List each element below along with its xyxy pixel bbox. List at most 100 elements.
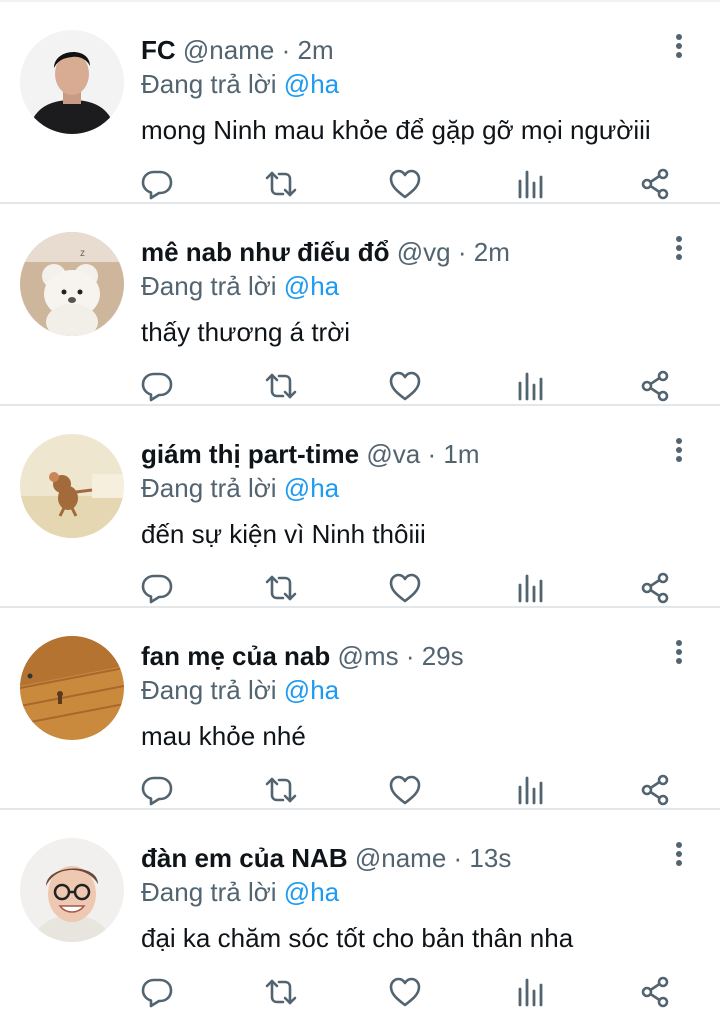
tweet-header: giám thị part-time @va · 1m [141, 437, 660, 471]
tweet-text: đến sự kiện vì Ninh thôiii [141, 519, 426, 549]
retweet-icon[interactable] [264, 773, 298, 807]
user-handle[interactable]: @name [183, 35, 274, 65]
tweet-text: mong Ninh mau khỏe để gặp gỡ mọi ngườiii [141, 115, 651, 145]
views-icon[interactable] [514, 975, 548, 1009]
replying-to-label: Đang trả lời [141, 877, 277, 907]
replying-to-label: Đang trả lời [141, 271, 277, 301]
wooden-floor-avatar [20, 636, 124, 740]
smiling-man-glasses-avatar [20, 838, 124, 942]
tweet[interactable]: đàn em của NAB @name · 13s Đang trả lời … [0, 810, 720, 1012]
display-name[interactable]: đàn em của NAB [141, 843, 348, 873]
separator-dot: · [457, 237, 467, 267]
avatar[interactable] [20, 434, 124, 538]
retweet-icon[interactable] [264, 975, 298, 1009]
tweet[interactable]: fan mẹ của nab @ms · 29s Đang trả lời @h… [0, 608, 720, 810]
action-bar [140, 167, 680, 201]
replying-to-handle[interactable]: @ha [284, 877, 339, 907]
timestamp[interactable]: 13s [469, 843, 511, 873]
tweet[interactable]: FC @name · 2m Đang trả lời @ha mong Ninh… [0, 2, 720, 204]
action-bar [140, 975, 680, 1009]
replying-to-handle[interactable]: @ha [284, 271, 339, 301]
views-icon[interactable] [514, 167, 548, 201]
action-bar [140, 369, 680, 403]
display-name[interactable]: giám thị part-time [141, 439, 359, 469]
svg-text:z: z [80, 248, 85, 259]
replying-to: Đang trả lời @ha [141, 875, 660, 909]
reply-icon[interactable] [140, 773, 174, 807]
action-bar [140, 571, 680, 605]
tweet[interactable]: z mê nab như điếu đổ @vg · 2m Đang trả l… [0, 204, 720, 406]
reply-icon[interactable] [140, 975, 174, 1009]
separator-dot: · [453, 843, 463, 873]
avatar[interactable] [20, 838, 124, 942]
heart-icon[interactable] [388, 167, 422, 201]
timestamp[interactable]: 2m [297, 35, 333, 65]
tweet-body: fan mẹ của nab @ms · 29s Đang trả lời @h… [141, 639, 660, 753]
avatar[interactable] [20, 30, 124, 134]
views-icon[interactable] [514, 369, 548, 403]
tweet-body: đàn em của NAB @name · 13s Đang trả lời … [141, 841, 660, 955]
more-vertical-icon[interactable] [672, 236, 686, 266]
more-vertical-icon[interactable] [672, 842, 686, 872]
heart-icon[interactable] [388, 773, 422, 807]
timestamp[interactable]: 2m [474, 237, 510, 267]
share-icon[interactable] [638, 571, 672, 605]
separator-dot: · [405, 641, 415, 671]
separator-dot: · [281, 35, 291, 65]
heart-icon[interactable] [388, 571, 422, 605]
tweet-header: FC @name · 2m [141, 33, 660, 67]
replying-to: Đang trả lời @ha [141, 269, 660, 303]
user-handle[interactable]: @ms [338, 641, 399, 671]
share-icon[interactable] [638, 975, 672, 1009]
cartoon-mouse-avatar [20, 434, 124, 538]
more-vertical-icon[interactable] [672, 438, 686, 468]
display-name[interactable]: fan mẹ của nab [141, 641, 330, 671]
user-handle[interactable]: @va [366, 439, 420, 469]
retweet-icon[interactable] [264, 369, 298, 403]
views-icon[interactable] [514, 773, 548, 807]
tweet-body: FC @name · 2m Đang trả lời @ha mong Ninh… [141, 33, 660, 147]
replying-to-label: Đang trả lời [141, 473, 277, 503]
timestamp[interactable]: 29s [422, 641, 464, 671]
user-handle[interactable]: @name [355, 843, 446, 873]
replying-to: Đang trả lời @ha [141, 673, 660, 707]
white-bear-plush-avatar: z [20, 232, 124, 336]
replying-to-handle[interactable]: @ha [284, 473, 339, 503]
share-icon[interactable] [638, 167, 672, 201]
replying-to-handle[interactable]: @ha [284, 675, 339, 705]
views-icon[interactable] [514, 571, 548, 605]
reply-icon[interactable] [140, 167, 174, 201]
tweet-body: giám thị part-time @va · 1m Đang trả lời… [141, 437, 660, 551]
tweet-header: đàn em của NAB @name · 13s [141, 841, 660, 875]
display-name[interactable]: mê nab như điếu đổ [141, 237, 390, 267]
tweet[interactable]: giám thị part-time @va · 1m Đang trả lời… [0, 406, 720, 608]
replying-to: Đang trả lời @ha [141, 67, 660, 101]
separator-dot: · [427, 439, 437, 469]
tweet-text: thấy thương á trời [141, 317, 351, 347]
share-icon[interactable] [638, 369, 672, 403]
action-bar [140, 773, 680, 807]
replying-to-label: Đang trả lời [141, 69, 277, 99]
retweet-icon[interactable] [264, 571, 298, 605]
heart-icon[interactable] [388, 975, 422, 1009]
avatar[interactable]: z [20, 232, 124, 336]
reply-icon[interactable] [140, 571, 174, 605]
avatar[interactable] [20, 636, 124, 740]
tweet-header: mê nab như điếu đổ @vg · 2m [141, 235, 660, 269]
user-handle[interactable]: @vg [397, 237, 451, 267]
more-vertical-icon[interactable] [672, 640, 686, 670]
tweet-header: fan mẹ của nab @ms · 29s [141, 639, 660, 673]
tweet-text: mau khỏe nhé [141, 721, 306, 751]
reply-icon[interactable] [140, 369, 174, 403]
retweet-icon[interactable] [264, 167, 298, 201]
reply-feed: FC @name · 2m Đang trả lời @ha mong Ninh… [0, 0, 720, 1023]
replying-to-handle[interactable]: @ha [284, 69, 339, 99]
display-name[interactable]: FC [141, 35, 176, 65]
tweet-text: đại ka chăm sóc tốt cho bản thân nha [141, 923, 574, 953]
share-icon[interactable] [638, 773, 672, 807]
timestamp[interactable]: 1m [443, 439, 479, 469]
tweet-body: mê nab như điếu đổ @vg · 2m Đang trả lời… [141, 235, 660, 349]
replying-to-label: Đang trả lời [141, 675, 277, 705]
more-vertical-icon[interactable] [672, 34, 686, 64]
heart-icon[interactable] [388, 369, 422, 403]
